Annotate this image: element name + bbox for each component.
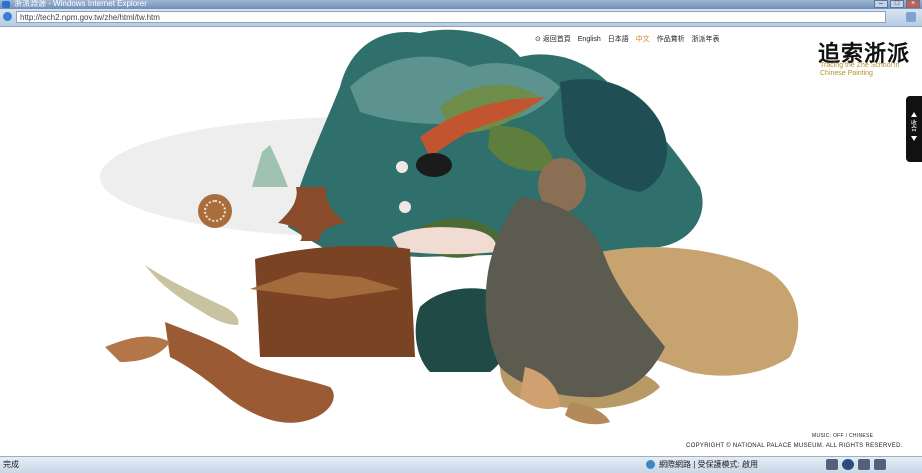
refresh-button[interactable]: [906, 12, 916, 22]
painting-collage: [100, 29, 799, 425]
credits-link[interactable]: 作品賞析: [657, 36, 685, 43]
arrow-up-icon: [911, 112, 917, 117]
brown-branch: [105, 336, 170, 362]
popup-icon[interactable]: [874, 459, 886, 470]
blossom: [396, 161, 408, 173]
chinese-link[interactable]: 中文: [636, 36, 650, 43]
page-content: ⊙ 返回首頁 English 日本語 中文 作品賞析 浙派年表 追索浙派 Tra…: [0, 27, 922, 456]
arrow-down-icon: [911, 136, 917, 141]
globe-icon: [646, 460, 655, 469]
wooden-house: [255, 245, 415, 357]
english-link[interactable]: English: [578, 36, 601, 43]
logo-subtitle-line2: Chinese Painting: [820, 70, 873, 77]
close-button[interactable]: ×: [906, 0, 920, 8]
settings-icon[interactable]: [858, 459, 870, 470]
address-bar: http://tech2.npm.gov.tw/zhe/html/tw.htm: [0, 9, 922, 27]
logo-subtitle-line1: Tracing the Zhe School in: [820, 62, 900, 69]
top-navigation: ⊙ 返回首頁 English 日本語 中文 作品賞析 浙派年表: [535, 34, 725, 44]
minimize-button[interactable]: –: [874, 0, 888, 8]
status-text: 完成: [3, 460, 19, 469]
side-tab-label: 收合: [910, 121, 917, 133]
red-bird-head: [416, 153, 452, 177]
ie-app-icon: [2, 1, 10, 8]
status-tray: [826, 459, 886, 470]
security-zone[interactable]: 網際網路 | 受保護模式: 啟用: [659, 457, 758, 472]
blossom: [399, 201, 411, 213]
copyright-text: COPYRIGHT © NATIONAL PALACE MUSEUM. ALL …: [686, 443, 903, 449]
japanese-link[interactable]: 日本語: [608, 36, 629, 43]
window-title: 浙派淵源 - Windows Internet Explorer: [14, 0, 147, 8]
protected-mode-icon[interactable]: [826, 459, 838, 470]
chronicle-link[interactable]: 浙派年表: [692, 36, 720, 43]
back-button[interactable]: [3, 12, 12, 21]
site-logo-subtitle: Tracing the Zhe School in Chinese Painti…: [820, 62, 900, 78]
window-controls: – □ ×: [874, 0, 920, 9]
status-bar: 完成 網際網路 | 受保護模式: 啟用: [0, 456, 922, 473]
seal-stamp-icon: [198, 194, 232, 228]
title-bar: 浙派淵源 - Windows Internet Explorer – □ ×: [0, 0, 922, 9]
perched-bird: [145, 265, 239, 325]
zoom-icon[interactable]: [842, 459, 854, 470]
maximize-button[interactable]: □: [890, 0, 904, 8]
url-field[interactable]: http://tech2.npm.gov.tw/zhe/html/tw.htm: [16, 11, 886, 23]
side-collapse-tab[interactable]: 收合: [906, 96, 922, 162]
music-credit[interactable]: MUSIC: OFF / CHINESE: [812, 433, 873, 439]
home-link[interactable]: ⊙ 返回首頁: [535, 36, 571, 43]
